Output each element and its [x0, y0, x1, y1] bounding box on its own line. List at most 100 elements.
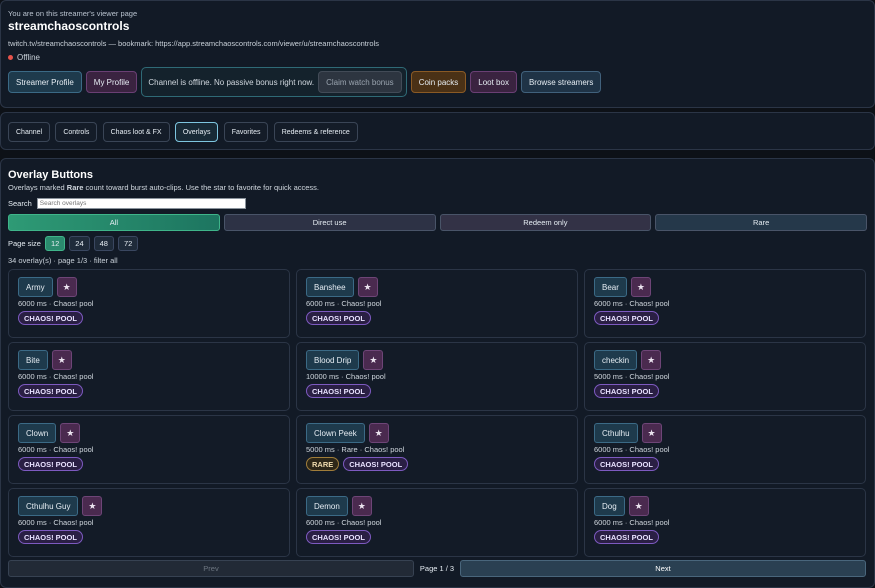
- overlay-meta: 5000 ms · Rare · Chaos! pool: [306, 445, 405, 454]
- chaos-pool-badge: CHAOS! POOL: [343, 457, 409, 471]
- filter-redeem-only[interactable]: Redeem only: [439, 214, 652, 231]
- overlay-card: Bite ★ 6000 ms · Chaos! pool CHAOS! POOL: [8, 342, 290, 411]
- search-input[interactable]: [36, 198, 246, 209]
- overlay-trigger-button[interactable]: Clown: [18, 423, 57, 443]
- overlay-badges: CHAOS! POOL: [594, 384, 856, 398]
- pagination: Prev Page 1 / 3 Next: [8, 560, 866, 577]
- overlay-grid: Army ★ 6000 ms · Chaos! pool CHAOS! POOL Ban…: [8, 269, 866, 557]
- overlay-trigger-button[interactable]: Blood Drip: [306, 350, 360, 370]
- next-page-button[interactable]: Next: [460, 560, 866, 577]
- overlay-badges: CHAOS! POOL: [18, 530, 280, 544]
- my-profile-button[interactable]: My Profile: [85, 71, 138, 93]
- tab-controls[interactable]: Controls: [55, 122, 98, 142]
- filter-direct-use[interactable]: Direct use: [223, 214, 436, 231]
- favorite-star-icon[interactable]: ★: [641, 423, 662, 443]
- offline-message: Channel is offline. No passive bonus rig…: [148, 77, 315, 87]
- overlay-card-header: Blood Drip ★: [306, 350, 568, 370]
- chaos-pool-badge: CHAOS! POOL: [306, 384, 371, 398]
- overlays-panel: Overlay Buttons Overlays marked Rare cou…: [0, 158, 875, 588]
- favorite-star-icon[interactable]: ★: [351, 496, 372, 516]
- overlay-badges: CHAOS! POOL: [594, 530, 856, 544]
- favorite-star-icon[interactable]: ★: [82, 496, 103, 516]
- overlay-trigger-button[interactable]: Banshee: [306, 277, 354, 297]
- chaos-pool-badge: CHAOS! POOL: [18, 457, 83, 471]
- page-size-12[interactable]: 12: [44, 236, 66, 251]
- overlay-badges: CHAOS! POOL: [18, 311, 280, 325]
- overlay-trigger-button[interactable]: Dog: [594, 496, 625, 516]
- filter-rare[interactable]: Rare: [655, 214, 867, 231]
- overlay-trigger-button[interactable]: Bear: [594, 277, 627, 297]
- overlay-badges: CHAOS! POOL: [594, 311, 856, 325]
- overlay-card-header: Bite ★: [18, 350, 280, 370]
- overlay-card-header: Banshee ★: [306, 277, 568, 297]
- overlay-card-header: Clown Peek ★: [306, 423, 568, 443]
- tab-overlays[interactable]: Overlays: [174, 122, 219, 142]
- overlay-card-header: checkin ★: [594, 350, 856, 370]
- status-text: Offline: [17, 53, 40, 62]
- tab-chaos-loot-fx[interactable]: Chaos loot & FX: [102, 122, 170, 142]
- tab-channel[interactable]: Channel: [8, 122, 51, 142]
- overlay-card: Clown Peek ★ 5000 ms · Rare · Chaos! pool R…: [296, 415, 578, 484]
- overlay-card: Cthulhu Guy ★ 6000 ms · Chaos! pool CHAOS! …: [8, 488, 290, 557]
- header-toolbar: Streamer Profile My Profile Channel is o…: [8, 67, 602, 97]
- page-size-selector: Page size 12 24 48 72: [8, 236, 867, 251]
- chaos-pool-badge: CHAOS! POOL: [18, 311, 83, 325]
- page-size-24[interactable]: 24: [69, 236, 90, 251]
- favorite-star-icon[interactable]: ★: [641, 350, 662, 370]
- overlay-badges: CHAOS! POOL: [306, 530, 568, 544]
- favorite-star-icon[interactable]: ★: [357, 277, 378, 297]
- section-title: Overlay Buttons: [8, 169, 93, 181]
- overlay-trigger-button[interactable]: Army: [18, 277, 53, 297]
- section-description: Overlays marked Rare count toward burst …: [8, 183, 319, 192]
- overlay-card-header: Demon ★: [306, 496, 568, 516]
- overlay-trigger-button[interactable]: Cthulhu Guy: [18, 496, 79, 516]
- coin-packs-button[interactable]: Coin packs: [410, 71, 467, 93]
- overlay-meta: 6000 ms · Chaos! pool: [594, 445, 670, 454]
- overlay-card: Dog ★ 6000 ms · Chaos! pool CHAOS! POOL: [584, 488, 866, 557]
- rare-badge: RARE: [306, 457, 340, 471]
- overlay-card: Blood Drip ★ 10000 ms · Chaos! pool CHAOS! …: [296, 342, 578, 411]
- overlay-card-header: Dog ★: [594, 496, 856, 516]
- prev-page-button[interactable]: Prev: [8, 560, 414, 577]
- favorite-star-icon[interactable]: ★: [56, 277, 77, 297]
- streamer-profile-button[interactable]: Streamer Profile: [8, 71, 82, 93]
- tab-favorites[interactable]: Favorites: [223, 122, 269, 142]
- page-size-48[interactable]: 48: [93, 236, 114, 251]
- overlay-badges: CHAOS! POOL: [306, 384, 568, 398]
- overlay-trigger-button[interactable]: Bite: [18, 350, 48, 370]
- filter-all[interactable]: All: [8, 214, 220, 231]
- favorite-star-icon[interactable]: ★: [363, 350, 384, 370]
- favorite-star-icon[interactable]: ★: [628, 496, 649, 516]
- overlay-card-header: Cthulhu ★: [594, 423, 856, 443]
- overlay-trigger-button[interactable]: Clown Peek: [306, 423, 365, 443]
- watch-bonus-box: Channel is offline. No passive bonus rig…: [141, 67, 407, 97]
- overlay-card: Banshee ★ 6000 ms · Chaos! pool CHAOS! POOL: [296, 269, 578, 338]
- overlay-badges: CHAOS! POOL: [18, 384, 280, 398]
- favorite-star-icon[interactable]: ★: [60, 423, 81, 443]
- claim-watch-bonus-button[interactable]: Claim watch bonus: [318, 71, 402, 93]
- favorite-star-icon[interactable]: ★: [51, 350, 72, 370]
- filter-bar: All Direct use Redeem only Rare: [8, 214, 867, 231]
- chaos-pool-badge: CHAOS! POOL: [594, 457, 659, 471]
- overlay-card-header: Bear ★: [594, 277, 856, 297]
- chaos-pool-badge: CHAOS! POOL: [18, 384, 83, 398]
- page-indicator: Page 1 / 3: [419, 564, 455, 573]
- chaos-pool-badge: CHAOS! POOL: [594, 530, 659, 544]
- streamer-name: streamchaoscontrols: [8, 19, 130, 33]
- overlay-card: checkin ★ 5000 ms · Chaos! pool CHAOS! POOL: [584, 342, 866, 411]
- overlay-meta: 10000 ms · Chaos! pool: [306, 372, 386, 381]
- overlay-meta: 6000 ms · Chaos! pool: [18, 372, 94, 381]
- overlay-trigger-button[interactable]: checkin: [594, 350, 638, 370]
- favorite-star-icon[interactable]: ★: [630, 277, 651, 297]
- browse-streamers-button[interactable]: Browse streamers: [520, 71, 602, 93]
- loot-box-button[interactable]: Loot box: [470, 71, 517, 93]
- page-size-72[interactable]: 72: [117, 236, 139, 251]
- search-row: Search: [8, 198, 867, 209]
- overlay-trigger-button[interactable]: Demon: [306, 496, 348, 516]
- section-tabs: Channel Controls Chaos loot & FX Overlay…: [0, 112, 875, 150]
- overlay-meta: 6000 ms · Chaos! pool: [306, 518, 382, 527]
- favorite-star-icon[interactable]: ★: [368, 423, 389, 443]
- overlay-meta: 6000 ms · Chaos! pool: [18, 518, 94, 527]
- tab-redeems-reference[interactable]: Redeems & reference: [273, 122, 358, 142]
- overlay-trigger-button[interactable]: Cthulhu: [594, 423, 638, 443]
